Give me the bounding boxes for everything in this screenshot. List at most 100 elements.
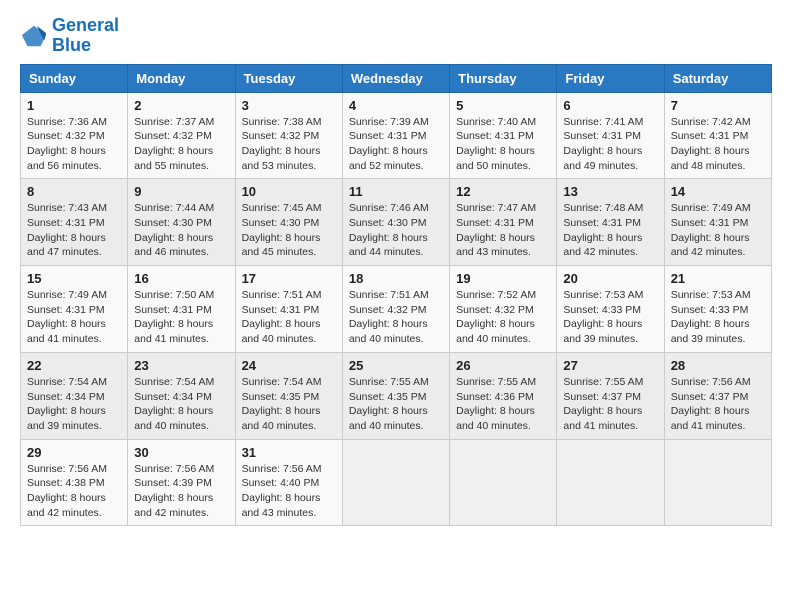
calendar-cell: 27 Sunrise: 7:55 AM Sunset: 4:37 PM Dayl… <box>557 352 664 439</box>
day-number: 30 <box>134 445 228 460</box>
calendar-week-row: 1 Sunrise: 7:36 AM Sunset: 4:32 PM Dayli… <box>21 92 772 179</box>
day-info: Sunrise: 7:55 AM Sunset: 4:35 PM Dayligh… <box>349 375 443 434</box>
calendar-header-row: SundayMondayTuesdayWednesdayThursdayFrid… <box>21 64 772 92</box>
calendar-cell: 18 Sunrise: 7:51 AM Sunset: 4:32 PM Dayl… <box>342 266 449 353</box>
day-info: Sunrise: 7:49 AM Sunset: 4:31 PM Dayligh… <box>671 201 765 260</box>
day-info: Sunrise: 7:44 AM Sunset: 4:30 PM Dayligh… <box>134 201 228 260</box>
day-info: Sunrise: 7:56 AM Sunset: 4:39 PM Dayligh… <box>134 462 228 521</box>
day-info: Sunrise: 7:45 AM Sunset: 4:30 PM Dayligh… <box>242 201 336 260</box>
calendar-day-header: Tuesday <box>235 64 342 92</box>
day-number: 11 <box>349 184 443 199</box>
day-info: Sunrise: 7:56 AM Sunset: 4:37 PM Dayligh… <box>671 375 765 434</box>
day-info: Sunrise: 7:54 AM Sunset: 4:34 PM Dayligh… <box>134 375 228 434</box>
day-number: 7 <box>671 98 765 113</box>
calendar-cell: 22 Sunrise: 7:54 AM Sunset: 4:34 PM Dayl… <box>21 352 128 439</box>
day-info: Sunrise: 7:36 AM Sunset: 4:32 PM Dayligh… <box>27 115 121 174</box>
day-info: Sunrise: 7:56 AM Sunset: 4:40 PM Dayligh… <box>242 462 336 521</box>
logo: General Blue <box>20 16 119 56</box>
calendar-cell: 14 Sunrise: 7:49 AM Sunset: 4:31 PM Dayl… <box>664 179 771 266</box>
calendar-week-row: 22 Sunrise: 7:54 AM Sunset: 4:34 PM Dayl… <box>21 352 772 439</box>
calendar-cell <box>557 439 664 526</box>
calendar-cell: 9 Sunrise: 7:44 AM Sunset: 4:30 PM Dayli… <box>128 179 235 266</box>
day-number: 26 <box>456 358 550 373</box>
header: General Blue <box>20 16 772 56</box>
day-info: Sunrise: 7:43 AM Sunset: 4:31 PM Dayligh… <box>27 201 121 260</box>
day-number: 13 <box>563 184 657 199</box>
day-info: Sunrise: 7:41 AM Sunset: 4:31 PM Dayligh… <box>563 115 657 174</box>
day-number: 22 <box>27 358 121 373</box>
calendar-day-header: Monday <box>128 64 235 92</box>
calendar-day-header: Friday <box>557 64 664 92</box>
day-number: 25 <box>349 358 443 373</box>
day-info: Sunrise: 7:55 AM Sunset: 4:36 PM Dayligh… <box>456 375 550 434</box>
day-info: Sunrise: 7:42 AM Sunset: 4:31 PM Dayligh… <box>671 115 765 174</box>
calendar-cell: 29 Sunrise: 7:56 AM Sunset: 4:38 PM Dayl… <box>21 439 128 526</box>
day-number: 1 <box>27 98 121 113</box>
calendar-cell: 21 Sunrise: 7:53 AM Sunset: 4:33 PM Dayl… <box>664 266 771 353</box>
calendar-cell: 17 Sunrise: 7:51 AM Sunset: 4:31 PM Dayl… <box>235 266 342 353</box>
logo-text: General Blue <box>52 16 119 56</box>
day-info: Sunrise: 7:47 AM Sunset: 4:31 PM Dayligh… <box>456 201 550 260</box>
day-number: 6 <box>563 98 657 113</box>
calendar-cell: 24 Sunrise: 7:54 AM Sunset: 4:35 PM Dayl… <box>235 352 342 439</box>
day-info: Sunrise: 7:53 AM Sunset: 4:33 PM Dayligh… <box>563 288 657 347</box>
day-info: Sunrise: 7:38 AM Sunset: 4:32 PM Dayligh… <box>242 115 336 174</box>
calendar-cell: 30 Sunrise: 7:56 AM Sunset: 4:39 PM Dayl… <box>128 439 235 526</box>
calendar-day-header: Saturday <box>664 64 771 92</box>
day-number: 12 <box>456 184 550 199</box>
calendar-cell: 11 Sunrise: 7:46 AM Sunset: 4:30 PM Dayl… <box>342 179 449 266</box>
day-info: Sunrise: 7:39 AM Sunset: 4:31 PM Dayligh… <box>349 115 443 174</box>
calendar-week-row: 15 Sunrise: 7:49 AM Sunset: 4:31 PM Dayl… <box>21 266 772 353</box>
calendar-cell <box>342 439 449 526</box>
calendar-cell: 3 Sunrise: 7:38 AM Sunset: 4:32 PM Dayli… <box>235 92 342 179</box>
day-number: 24 <box>242 358 336 373</box>
day-info: Sunrise: 7:46 AM Sunset: 4:30 PM Dayligh… <box>349 201 443 260</box>
calendar-cell: 10 Sunrise: 7:45 AM Sunset: 4:30 PM Dayl… <box>235 179 342 266</box>
day-number: 4 <box>349 98 443 113</box>
day-number: 18 <box>349 271 443 286</box>
day-info: Sunrise: 7:55 AM Sunset: 4:37 PM Dayligh… <box>563 375 657 434</box>
calendar-cell: 26 Sunrise: 7:55 AM Sunset: 4:36 PM Dayl… <box>450 352 557 439</box>
calendar-cell <box>450 439 557 526</box>
calendar-cell: 7 Sunrise: 7:42 AM Sunset: 4:31 PM Dayli… <box>664 92 771 179</box>
calendar-cell: 28 Sunrise: 7:56 AM Sunset: 4:37 PM Dayl… <box>664 352 771 439</box>
calendar-cell: 31 Sunrise: 7:56 AM Sunset: 4:40 PM Dayl… <box>235 439 342 526</box>
day-number: 28 <box>671 358 765 373</box>
day-info: Sunrise: 7:54 AM Sunset: 4:34 PM Dayligh… <box>27 375 121 434</box>
calendar-cell: 25 Sunrise: 7:55 AM Sunset: 4:35 PM Dayl… <box>342 352 449 439</box>
calendar-cell: 19 Sunrise: 7:52 AM Sunset: 4:32 PM Dayl… <box>450 266 557 353</box>
day-number: 14 <box>671 184 765 199</box>
day-info: Sunrise: 7:52 AM Sunset: 4:32 PM Dayligh… <box>456 288 550 347</box>
logo-icon <box>20 22 48 50</box>
calendar-week-row: 8 Sunrise: 7:43 AM Sunset: 4:31 PM Dayli… <box>21 179 772 266</box>
calendar-cell: 4 Sunrise: 7:39 AM Sunset: 4:31 PM Dayli… <box>342 92 449 179</box>
day-info: Sunrise: 7:56 AM Sunset: 4:38 PM Dayligh… <box>27 462 121 521</box>
calendar-day-header: Sunday <box>21 64 128 92</box>
day-info: Sunrise: 7:48 AM Sunset: 4:31 PM Dayligh… <box>563 201 657 260</box>
day-info: Sunrise: 7:51 AM Sunset: 4:32 PM Dayligh… <box>349 288 443 347</box>
day-number: 15 <box>27 271 121 286</box>
day-info: Sunrise: 7:49 AM Sunset: 4:31 PM Dayligh… <box>27 288 121 347</box>
day-number: 19 <box>456 271 550 286</box>
calendar-day-header: Wednesday <box>342 64 449 92</box>
day-number: 3 <box>242 98 336 113</box>
calendar-cell: 20 Sunrise: 7:53 AM Sunset: 4:33 PM Dayl… <box>557 266 664 353</box>
day-info: Sunrise: 7:54 AM Sunset: 4:35 PM Dayligh… <box>242 375 336 434</box>
day-info: Sunrise: 7:51 AM Sunset: 4:31 PM Dayligh… <box>242 288 336 347</box>
calendar-cell: 23 Sunrise: 7:54 AM Sunset: 4:34 PM Dayl… <box>128 352 235 439</box>
day-number: 5 <box>456 98 550 113</box>
day-number: 9 <box>134 184 228 199</box>
day-number: 10 <box>242 184 336 199</box>
calendar-week-row: 29 Sunrise: 7:56 AM Sunset: 4:38 PM Dayl… <box>21 439 772 526</box>
calendar-cell: 13 Sunrise: 7:48 AM Sunset: 4:31 PM Dayl… <box>557 179 664 266</box>
calendar-day-header: Thursday <box>450 64 557 92</box>
day-info: Sunrise: 7:50 AM Sunset: 4:31 PM Dayligh… <box>134 288 228 347</box>
day-number: 31 <box>242 445 336 460</box>
day-number: 21 <box>671 271 765 286</box>
day-number: 17 <box>242 271 336 286</box>
calendar-cell: 1 Sunrise: 7:36 AM Sunset: 4:32 PM Dayli… <box>21 92 128 179</box>
day-info: Sunrise: 7:40 AM Sunset: 4:31 PM Dayligh… <box>456 115 550 174</box>
day-number: 8 <box>27 184 121 199</box>
calendar-cell: 5 Sunrise: 7:40 AM Sunset: 4:31 PM Dayli… <box>450 92 557 179</box>
calendar-cell: 12 Sunrise: 7:47 AM Sunset: 4:31 PM Dayl… <box>450 179 557 266</box>
